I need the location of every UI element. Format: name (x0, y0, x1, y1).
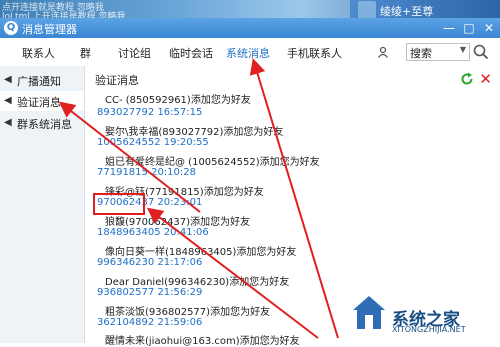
list-item-message: CC- (850592961)添加您为好友 (105, 95, 251, 106)
window-title: 消息管理器 (22, 23, 77, 36)
list-item-meta[interactable]: 1005624552 19:20:55 (97, 137, 209, 148)
tab-contacts[interactable]: 联系人 (22, 45, 55, 61)
tab-temp-chats[interactable]: 临时会话 (169, 45, 213, 61)
list-item-message: 像向日葵一样(1848963405)添加您为好友 (105, 247, 297, 258)
list-item-message: 娶尔\我幸福(893027792)添加您为好友 (105, 127, 284, 138)
tab-system-messages[interactable]: 系统消息 (226, 45, 270, 61)
search-dropdown[interactable]: 搜索 ▼ (406, 43, 470, 61)
avatar (358, 1, 376, 19)
tab-discussions[interactable]: 讨论组 (118, 45, 151, 61)
list-item-meta[interactable]: 362104892 21:59:06 (97, 317, 202, 328)
watermark-subtext: XITONGZHIJIA.NET (392, 325, 466, 334)
sidebar-item-label: 群系统消息 (17, 118, 72, 131)
sidebar-item-label: 验证消息 (17, 96, 61, 109)
tab-mobile-contacts[interactable]: 手机联系人 (287, 45, 342, 61)
list-item-meta[interactable]: 893027792 16:57:15 (97, 107, 202, 118)
user-name: 绫绫+至尊 (380, 5, 434, 18)
sidebar-item-group-system[interactable]: ◀ 群系统消息 (0, 113, 84, 133)
sidebar-item-verification[interactable]: ◀ 验证消息 (0, 91, 84, 111)
list-item-message: 狼馥(970062437)添加您为好友 (105, 217, 251, 228)
list-item-message: 姐已有爱终是纪@ (1005624552)添加您为好友 (105, 157, 320, 168)
tab-groups[interactable]: 群 (80, 45, 91, 61)
speaker-icon: ◀ (4, 117, 12, 128)
refresh-icon[interactable] (460, 72, 474, 86)
search-icon[interactable] (472, 43, 490, 61)
chevron-down-icon: ▼ (459, 45, 466, 54)
section-title: 验证消息 (95, 74, 139, 87)
delete-icon[interactable]: ✕ (479, 70, 492, 88)
highlight-box (93, 193, 145, 215)
watermark-house-icon (353, 296, 385, 329)
window-titlebar: Q 消息管理器 — □ ✕ (0, 18, 500, 38)
list-item-message: 醒情未来(jiaohui@163.com)添加您为好友 (105, 336, 300, 347)
list-item-meta[interactable]: 1848963405 20:41:06 (97, 227, 209, 238)
list-item-message: 粗茶淡饭(936802577)添加您为好友 (105, 307, 271, 318)
minimize-button[interactable]: — (440, 20, 458, 36)
list-item-message: Dear Daniel(996346230)添加您为好友 (105, 277, 290, 288)
maximize-button[interactable]: □ (460, 20, 478, 36)
speaker-icon: ◀ (4, 95, 12, 106)
speaker-icon: ◀ (4, 74, 12, 85)
search-label: 搜索 (410, 47, 432, 60)
sidebar-item-label: 广播通知 (17, 75, 61, 88)
category-tabs: 联系人 群 讨论组 临时会话 系统消息 手机联系人 搜索 ▼ (0, 38, 500, 67)
qq-logo-icon: Q (4, 21, 18, 35)
sidebar: ◀ 广播通知 ◀ 验证消息 ◀ 群系统消息 (0, 66, 85, 343)
close-window-button[interactable]: ✕ (480, 20, 498, 36)
qq-user-panel: 绫绫+至尊 (350, 0, 500, 20)
list-item-meta[interactable]: 996346230 21:17:06 (97, 257, 202, 268)
sidebar-item-broadcast[interactable]: ◀ 广播通知 (0, 70, 84, 90)
list-item-meta[interactable]: 936802577 21:56:29 (97, 287, 202, 298)
list-item-meta[interactable]: 77191815 20:10:28 (97, 167, 196, 178)
site-watermark: 系统之家 XITONGZHIJIA.NET (350, 293, 500, 339)
people-icon[interactable] (377, 46, 389, 58)
